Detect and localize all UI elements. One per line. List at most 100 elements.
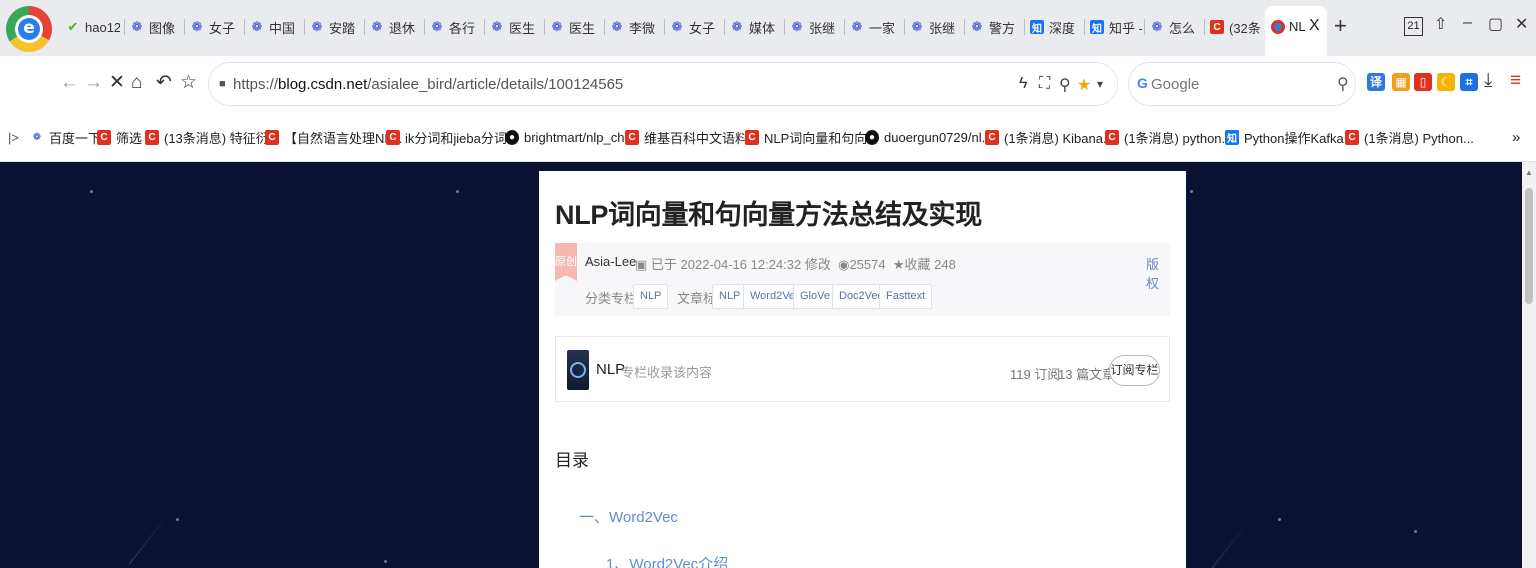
tab-15[interactable]: ❁ 警方 bbox=[964, 12, 1022, 42]
baidu-paw-icon: ❁ bbox=[671, 19, 683, 34]
translate-ext-icon[interactable]: 译 bbox=[1367, 73, 1385, 91]
tab-17[interactable]: 知 知乎 - bbox=[1084, 12, 1142, 42]
tag-fasttext[interactable]: Fasttext bbox=[879, 284, 933, 309]
tab-4[interactable]: ❁ 安踏 bbox=[304, 12, 362, 42]
tab-count-badge[interactable]: 21 bbox=[1404, 17, 1423, 36]
bookmark-6[interactable]: C 维基百科中文语料... bbox=[625, 127, 759, 147]
favorite-icon[interactable]: ★ bbox=[889, 257, 905, 272]
bookmark-star-icon[interactable]: ☆ bbox=[180, 72, 197, 94]
chevron-down-icon[interactable]: ▾ bbox=[1097, 77, 1103, 91]
bookmark-10[interactable]: C (1条消息) python... bbox=[1105, 127, 1232, 147]
night-mode-ext-icon[interactable]: ☾ bbox=[1437, 73, 1455, 91]
restore-icon[interactable]: ▢ bbox=[1488, 14, 1503, 34]
address-bar[interactable]: ■ https://blog.csdn.net/asialee_bird/art… bbox=[208, 62, 1118, 106]
tab-10[interactable]: ❁ 女子 bbox=[664, 12, 722, 42]
download-icon[interactable]: ⤓ bbox=[1484, 70, 1492, 92]
tab-5[interactable]: ❁ 退休 bbox=[364, 12, 422, 42]
background-streak bbox=[128, 509, 173, 565]
skin-icon[interactable]: ⇧ bbox=[1434, 14, 1447, 34]
bookmark-1[interactable]: C 筛选 bbox=[97, 127, 142, 147]
search-box[interactable]: G ⚲ bbox=[1128, 62, 1356, 106]
tab-label: 女子 bbox=[209, 20, 236, 36]
search-input[interactable] bbox=[1151, 73, 1321, 95]
tab-8[interactable]: ❁ 医生 bbox=[544, 12, 602, 42]
browser-logo-icon[interactable]: e bbox=[6, 6, 52, 52]
crop-ext-icon[interactable]: ⌗ bbox=[1460, 73, 1478, 91]
tab-14[interactable]: ❁ 张继 bbox=[904, 12, 962, 42]
lightning-icon[interactable]: ϟ bbox=[1019, 75, 1027, 93]
favorite-star-icon[interactable]: ★ bbox=[1077, 75, 1091, 95]
tab-active[interactable]: NL X bbox=[1265, 6, 1327, 56]
undo-close-icon[interactable]: ↶ bbox=[156, 72, 172, 94]
bookmark-12[interactable]: C (1条消息) Python... bbox=[1345, 127, 1474, 147]
page-scrollbar[interactable]: ▲ bbox=[1522, 162, 1536, 568]
bookmark-9[interactable]: C (1条消息) Kibana... bbox=[985, 127, 1114, 147]
bookmark-5[interactable]: ● brightmart/nlp_ch... bbox=[505, 127, 635, 147]
search-icon[interactable]: ⚲ bbox=[1337, 74, 1349, 94]
baidu-paw-icon: ❁ bbox=[251, 19, 263, 34]
bookmark-7[interactable]: C NLP词向量和句向... bbox=[745, 127, 878, 147]
bookmark-0[interactable]: ❁ 百度一下 bbox=[30, 127, 101, 147]
tab-19[interactable]: C (32条 bbox=[1204, 12, 1262, 42]
bookmark-label: (1条消息) Kibana... bbox=[1004, 130, 1114, 146]
tab-9[interactable]: ❁ 李微 bbox=[604, 12, 662, 42]
category-tag[interactable]: NLP bbox=[633, 284, 669, 309]
bookmark-8[interactable]: ● duoergun0729/nl... bbox=[865, 127, 992, 147]
bookmarks-bar: |> ❁ 百度一下 C 筛选 C (13条消息) 特征衍... C 【自然语言处理NL.… bbox=[0, 112, 1536, 162]
subscribe-column-button[interactable]: 订阅专栏 bbox=[1109, 355, 1160, 386]
scrollbar-thumb[interactable] bbox=[1525, 188, 1533, 304]
tab-label: hao12 bbox=[85, 19, 120, 35]
sidebar-toggle-icon[interactable]: |> bbox=[8, 127, 19, 147]
tab-18[interactable]: ❁ 怎么 bbox=[1144, 12, 1202, 42]
baidu-paw-icon: ❁ bbox=[371, 19, 383, 34]
forward-icon[interactable]: → bbox=[84, 72, 103, 94]
tag-glove[interactable]: GloVe bbox=[793, 284, 837, 309]
tab-2[interactable]: ❁ 女子 bbox=[184, 12, 242, 42]
csdn-icon: C bbox=[1210, 20, 1224, 34]
minimize-icon[interactable]: – bbox=[1463, 14, 1472, 32]
menu-icon[interactable]: ≡ bbox=[1510, 70, 1521, 92]
home-icon[interactable]: ⌂ bbox=[131, 72, 142, 94]
url-text[interactable]: https://blog.csdn.net/asialee_bird/artic… bbox=[233, 76, 623, 93]
new-tab-button[interactable]: + bbox=[1334, 12, 1347, 40]
bookmarks-more-button[interactable]: » bbox=[1512, 127, 1520, 147]
close-tab-icon[interactable]: X bbox=[1309, 17, 1320, 35]
tab-6[interactable]: ❁ 各行 bbox=[424, 12, 482, 42]
zoom-icon[interactable]: ⚲ bbox=[1059, 75, 1071, 95]
tab-12[interactable]: ❁ 张继 bbox=[784, 12, 842, 42]
bookmark-11[interactable]: 知 Python操作Kafka... bbox=[1225, 127, 1355, 147]
bookmark-3[interactable]: C 【自然语言处理NL... bbox=[265, 127, 402, 147]
pdf-ext-icon[interactable]: ▯ bbox=[1414, 73, 1432, 91]
original-badge: 原创 bbox=[555, 243, 577, 281]
bookmark-label: NLP词向量和句向... bbox=[764, 130, 879, 146]
hao-icon: ✔ bbox=[67, 19, 79, 34]
tab-label: 女子 bbox=[689, 20, 716, 36]
copyright-link[interactable]: 版权 bbox=[1146, 254, 1170, 292]
screenshot-icon[interactable]: ⛶ bbox=[1039, 75, 1050, 93]
scroll-up-icon[interactable]: ▲ bbox=[1525, 168, 1533, 177]
bookmark-2[interactable]: C (13条消息) 特征衍... bbox=[145, 127, 280, 147]
toc-subitem[interactable]: 1、Word2Vec介绍 bbox=[606, 553, 728, 568]
tab-16[interactable]: 知 深度 bbox=[1024, 12, 1082, 42]
close-window-icon[interactable]: ✕ bbox=[1515, 14, 1528, 34]
zhihu-icon: 知 bbox=[1030, 20, 1044, 35]
tab-3[interactable]: ❁ 中国 bbox=[244, 12, 302, 42]
column-cover-icon[interactable] bbox=[567, 350, 589, 390]
tab-0[interactable]: ✔ hao12 bbox=[66, 12, 120, 42]
csdn-icon: C bbox=[625, 129, 639, 145]
tab-separator bbox=[904, 19, 905, 35]
apps-ext-icon[interactable]: ▦ bbox=[1392, 73, 1410, 91]
zhihu-icon: 知 bbox=[1225, 129, 1239, 145]
author-link[interactable]: Asia-Lee bbox=[585, 254, 636, 269]
tab-11[interactable]: ❁ 媒体 bbox=[724, 12, 782, 42]
bookmark-4[interactable]: Cik分词和jieba分词... bbox=[386, 127, 518, 147]
bookmark-label: duoergun0729/nl... bbox=[884, 129, 993, 145]
toc-item[interactable]: 一、Word2Vec bbox=[579, 506, 678, 527]
stop-loading-icon[interactable]: ✕ bbox=[109, 72, 125, 94]
tab-7[interactable]: ❁ 医生 bbox=[484, 12, 542, 42]
csdn-icon: C bbox=[1105, 129, 1119, 145]
tab-13[interactable]: ❁ 一家 bbox=[844, 12, 902, 42]
back-icon[interactable]: ← bbox=[60, 72, 79, 94]
article-card: NLP词向量和句向量方法总结及实现 原创 Asia-Lee ▣ 已于 2022-… bbox=[539, 171, 1186, 568]
tab-1[interactable]: ❁ 图像 bbox=[124, 12, 182, 42]
